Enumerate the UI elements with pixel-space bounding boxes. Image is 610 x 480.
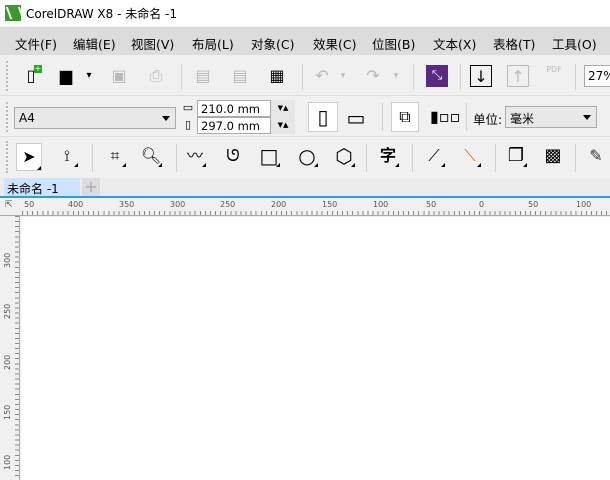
eyedropper-tool[interactable]: ✎ bbox=[585, 145, 607, 167]
open-folder-icon[interactable]: ▆ bbox=[55, 65, 77, 87]
page-width-input[interactable]: 210.0 mm bbox=[197, 100, 271, 117]
page-height-icon: ▯ bbox=[184, 118, 192, 131]
page-size-dropdown[interactable]: A4 bbox=[14, 107, 176, 129]
portrait-button[interactable]: ▯ bbox=[308, 102, 338, 132]
toolbox: ➤ ⟟ ⌗ 🔍︎ 〰 ᘎ □ ○ ⬡ 字 ⟋ ⟍ ❐ ▩ ✎ bbox=[0, 138, 610, 178]
publish-pdf-icon[interactable]: PDF bbox=[543, 65, 565, 87]
ruler-label: 100 bbox=[576, 200, 592, 209]
ruler-label: 300 bbox=[170, 200, 186, 209]
menu-layout[interactable]: 布局(L) bbox=[192, 34, 234, 53]
polygon-tool[interactable]: ⬡ bbox=[333, 145, 355, 167]
freehand-tool[interactable]: 〰 bbox=[184, 145, 206, 167]
ruler-label: 250 bbox=[220, 200, 236, 209]
copy-icon[interactable]: ▤ bbox=[229, 65, 251, 87]
ruler-label: 50 bbox=[528, 200, 539, 209]
width-spinner[interactable]: ▼▲ bbox=[271, 100, 295, 117]
menu-table[interactable]: 表格(T) bbox=[493, 34, 535, 53]
ruler-origin-icon[interactable]: ⇱ bbox=[5, 200, 13, 210]
connector-tool[interactable]: ⟍ bbox=[459, 145, 481, 167]
dimension-tool[interactable]: ⟋ bbox=[423, 145, 445, 167]
ruler-label: 100 bbox=[373, 200, 389, 209]
menu-tools[interactable]: 工具(O) bbox=[552, 34, 597, 53]
menu-bitmaps[interactable]: 位图(B) bbox=[372, 34, 415, 53]
zoom-level-input[interactable]: 27% bbox=[584, 65, 610, 87]
menu-bar: 文件(F) 编辑(E) 视图(V) 布局(L) 对象(C) 效果(C) 位图(B… bbox=[0, 27, 610, 55]
add-tab-button[interactable]: + bbox=[82, 178, 100, 196]
import-icon[interactable]: ↓ bbox=[470, 65, 492, 87]
cut-icon[interactable]: ▤ bbox=[192, 65, 214, 87]
drawing-canvas[interactable] bbox=[21, 217, 610, 480]
drop-shadow-tool[interactable]: ❐ bbox=[505, 145, 527, 167]
title-bar: CorelDRAW X8 - 未命名 -1 bbox=[0, 0, 610, 26]
menu-view[interactable]: 视图(V) bbox=[131, 34, 174, 53]
menu-text[interactable]: 文本(X) bbox=[433, 34, 476, 53]
paste-icon[interactable]: ▦ bbox=[266, 65, 288, 87]
ruler-label: 150 bbox=[322, 200, 338, 209]
pick-tool[interactable]: ➤ bbox=[16, 143, 42, 171]
text-tool[interactable]: 字 bbox=[377, 145, 399, 167]
redo-icon[interactable]: ↷ bbox=[362, 65, 384, 87]
crop-tool[interactable]: ⌗ bbox=[104, 145, 126, 167]
ruler-label: 100 bbox=[3, 454, 12, 470]
undo-icon[interactable]: ↶ bbox=[311, 65, 333, 87]
property-bar: A4 ▭ ▯ 210.0 mm 297.0 mm ▼▲ ▼▲ ▯ ▭ ⧉ ▮▫▫… bbox=[0, 97, 610, 137]
menu-edit[interactable]: 编辑(E) bbox=[73, 34, 116, 53]
open-dropdown-icon[interactable]: ▾ bbox=[83, 65, 95, 87]
artistic-media-tool[interactable]: ᘎ bbox=[222, 145, 244, 167]
menu-object[interactable]: 对象(C) bbox=[251, 34, 294, 53]
ruler-label: 250 bbox=[3, 303, 12, 319]
units-label: 单位: bbox=[473, 112, 503, 127]
all-pages-button[interactable]: ⧉ bbox=[391, 102, 419, 132]
menu-effects[interactable]: 效果(C) bbox=[313, 34, 356, 53]
ruler-label: 50 bbox=[426, 200, 437, 209]
window-title: CorelDRAW X8 - 未命名 -1 bbox=[26, 7, 178, 21]
ruler-label: 300 bbox=[3, 252, 12, 268]
menu-file[interactable]: 文件(F) bbox=[15, 34, 57, 53]
new-document-icon[interactable]: ▯ + bbox=[20, 65, 42, 87]
page-width-icon: ▭ bbox=[182, 101, 194, 114]
ruler-label: 50 bbox=[24, 200, 35, 209]
save-icon[interactable]: ▣ bbox=[108, 65, 130, 87]
print-icon[interactable]: ⎙ bbox=[145, 65, 167, 87]
standard-toolbar: ▯+ ▆ ▾ ▣ ⎙ ▤ ▤ ▦ ↶ ▾ ↷ ▾ ⤡ ↓ ↑ PDF 27% bbox=[0, 56, 610, 96]
ruler-label: 350 bbox=[119, 200, 135, 209]
page-height-input[interactable]: 297.0 mm bbox=[197, 117, 271, 134]
ellipse-tool[interactable]: ○ bbox=[296, 145, 318, 167]
undo-dropdown-icon[interactable]: ▾ bbox=[337, 65, 349, 87]
document-tabs: 未命名 -1 + bbox=[0, 178, 610, 198]
transparency-tool[interactable]: ▩ bbox=[542, 145, 564, 167]
redo-dropdown-icon[interactable]: ▾ bbox=[390, 65, 402, 87]
ruler-label: 200 bbox=[3, 354, 12, 370]
height-spinner[interactable]: ▼▲ bbox=[271, 117, 295, 134]
ruler-label: 150 bbox=[3, 404, 12, 420]
units-dropdown[interactable]: 毫米 bbox=[505, 106, 597, 128]
landscape-button[interactable]: ▭ bbox=[345, 106, 367, 130]
horizontal-ruler[interactable]: ⇱ 50 400 350 300 250 200 150 100 50 0 50… bbox=[0, 200, 610, 216]
ruler-label: 400 bbox=[68, 200, 84, 209]
current-page-button[interactable]: ▮▫▫ bbox=[430, 106, 461, 128]
coreldraw-logo-icon bbox=[5, 5, 21, 21]
export-icon[interactable]: ↑ bbox=[507, 65, 529, 87]
zoom-tool[interactable]: 🔍︎ bbox=[140, 145, 162, 167]
ruler-label: 0 bbox=[479, 200, 485, 209]
ruler-label: 200 bbox=[271, 200, 287, 209]
vertical-ruler[interactable]: 300 250 200 150 100 bbox=[0, 216, 20, 480]
document-tab[interactable]: 未命名 -1 bbox=[4, 178, 80, 196]
shape-tool[interactable]: ⟟ bbox=[56, 145, 78, 167]
rectangle-tool[interactable]: □ bbox=[258, 145, 280, 167]
corel-connect-icon[interactable]: ⤡ bbox=[426, 65, 448, 87]
